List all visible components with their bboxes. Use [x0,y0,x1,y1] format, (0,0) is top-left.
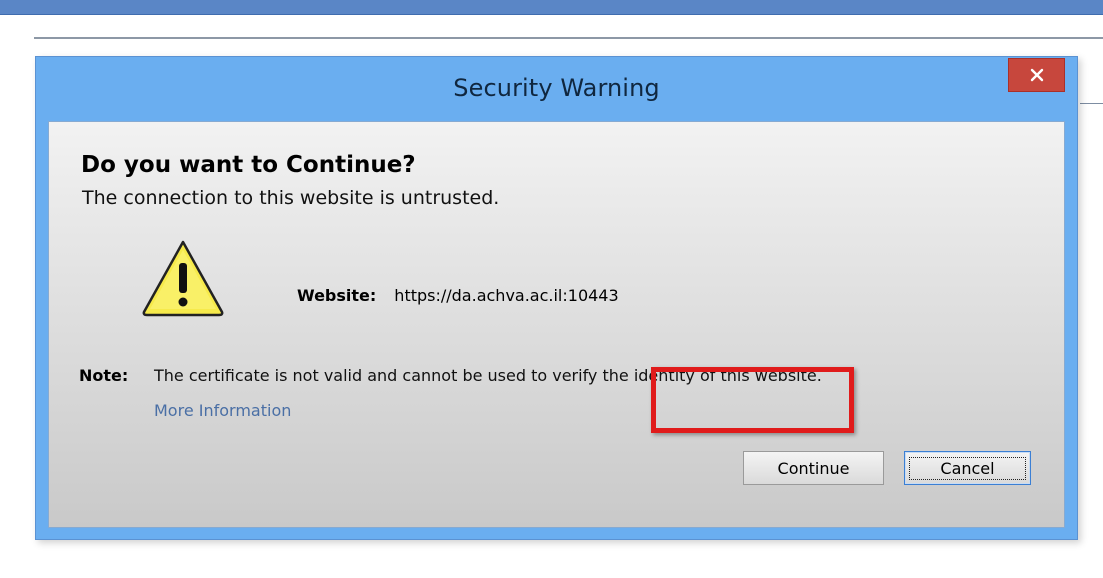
more-information-link[interactable]: More Information [154,401,291,420]
dialog-heading: Do you want to Continue? [81,152,416,178]
cancel-button[interactable]: Cancel [904,451,1031,485]
continue-button[interactable]: Continue [743,451,884,485]
warning-triangle-icon [142,240,224,317]
website-row: Website: https://da.achva.ac.il:10443 [297,286,619,305]
dialog-title: Security Warning [453,74,660,102]
dialog-subheading: The connection to this website is untrus… [82,187,500,209]
note-label: Note: [79,366,129,385]
cancel-button-label: Cancel [909,456,1026,480]
website-label: Website: [297,286,377,305]
continue-highlight-annotation [651,367,854,433]
close-icon [1030,68,1043,82]
browser-top-bar [0,0,1103,15]
close-button[interactable] [1008,58,1065,92]
background-line [1080,103,1103,104]
dialog-titlebar[interactable]: Security Warning [36,57,1077,121]
page-divider [34,37,1103,39]
website-url: https://da.achva.ac.il:10443 [394,286,619,305]
